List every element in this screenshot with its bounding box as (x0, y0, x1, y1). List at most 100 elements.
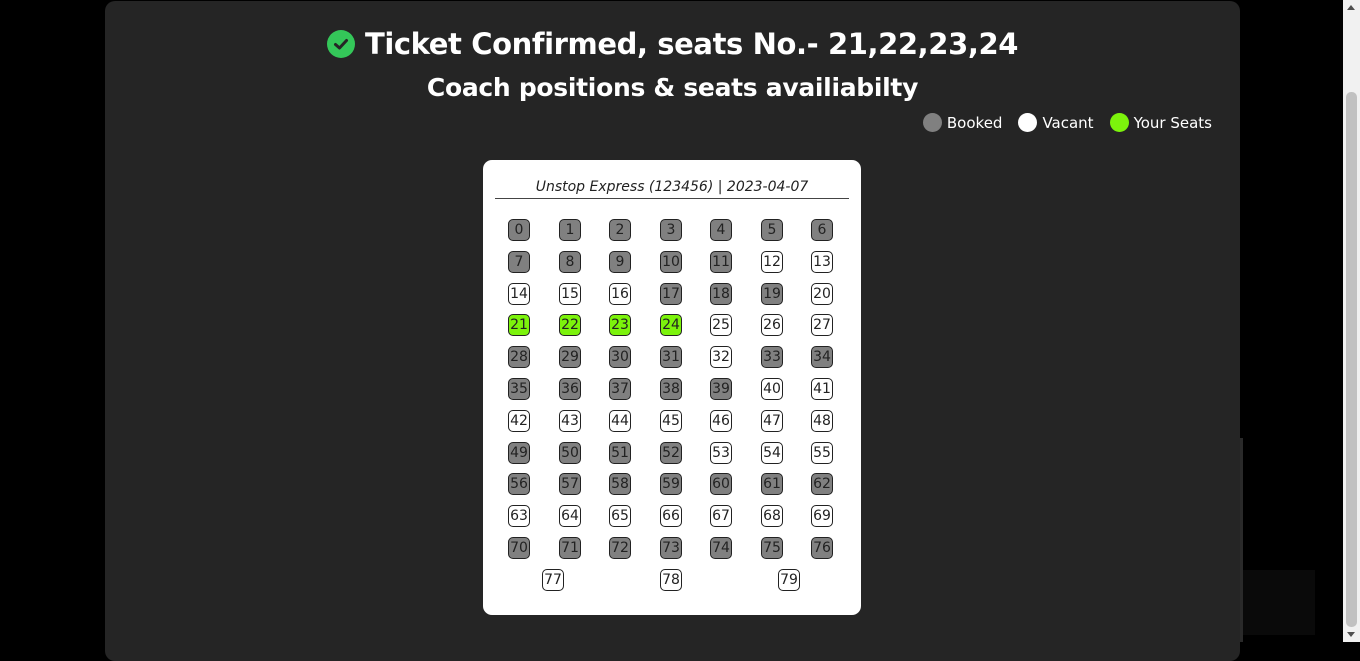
seat-78[interactable]: 78 (660, 569, 682, 591)
vacant-dot-icon (1018, 113, 1038, 132)
seat-37: 37 (609, 378, 631, 400)
seat-42[interactable]: 42 (508, 410, 530, 432)
seat-0: 0 (508, 219, 530, 241)
seat-29: 29 (559, 346, 581, 368)
seat-1: 1 (559, 219, 581, 241)
legend-your-seats: Your Seats (1109, 113, 1212, 132)
seat-59: 59 (660, 473, 682, 495)
seat-64[interactable]: 64 (559, 505, 581, 527)
scroll-down-icon[interactable] (1347, 632, 1355, 637)
seat-73: 73 (660, 537, 682, 559)
seat-22: 22 (559, 314, 581, 336)
seat-30: 30 (609, 346, 631, 368)
seat-24: 24 (660, 314, 682, 336)
seat-57: 57 (559, 473, 581, 495)
seat-16[interactable]: 16 (609, 283, 631, 305)
seat-54[interactable]: 54 (761, 442, 783, 464)
seat-61: 61 (761, 473, 783, 495)
seat-12[interactable]: 12 (761, 251, 783, 273)
seat-39: 39 (710, 378, 732, 400)
seat-18: 18 (710, 283, 732, 305)
seat-65[interactable]: 65 (609, 505, 631, 527)
scroll-up-icon[interactable] (1347, 5, 1355, 10)
confirmation-title: Ticket Confirmed, seats No.- 21,22,23,24 (105, 27, 1240, 61)
scroll-thumb[interactable] (1346, 92, 1357, 627)
seat-44[interactable]: 44 (609, 410, 631, 432)
seat-11: 11 (710, 251, 732, 273)
seat-74: 74 (710, 537, 732, 559)
seat-7: 7 (508, 251, 530, 273)
seat-35: 35 (508, 378, 530, 400)
seat-50: 50 (559, 442, 581, 464)
seat-26[interactable]: 26 (761, 314, 783, 336)
seat-52: 52 (660, 442, 682, 464)
seat-51: 51 (609, 442, 631, 464)
seat-40[interactable]: 40 (761, 378, 783, 400)
seat-79[interactable]: 79 (778, 569, 800, 591)
seat-2: 2 (609, 219, 631, 241)
confirmation-text: Ticket Confirmed, seats No.- 21,22,23,24 (364, 27, 1019, 61)
legend-booked: Booked (922, 113, 1003, 132)
legend-vacant: Vacant (1018, 113, 1094, 132)
seat-49: 49 (508, 442, 530, 464)
seat-58: 58 (609, 473, 631, 495)
booking-panel: Ticket Confirmed, seats No.- 21,22,23,24… (105, 1, 1240, 661)
seat-8: 8 (559, 251, 581, 273)
seat-72: 72 (609, 537, 631, 559)
seat-25[interactable]: 25 (710, 314, 732, 336)
seat-76: 76 (811, 537, 833, 559)
background-block (1243, 570, 1315, 635)
seat-55[interactable]: 55 (811, 442, 833, 464)
seat-21: 21 (508, 314, 530, 336)
seat-77[interactable]: 77 (542, 569, 564, 591)
seat-34: 34 (811, 346, 833, 368)
seat-31: 31 (660, 346, 682, 368)
coach-card: Unstop Express (123456) | 2023-04-07 012… (483, 160, 861, 615)
seat-75: 75 (761, 537, 783, 559)
seat-69[interactable]: 69 (811, 505, 833, 527)
check-circle-icon (326, 30, 355, 58)
seat-28: 28 (508, 346, 530, 368)
seat-13[interactable]: 13 (811, 251, 833, 273)
seat-43[interactable]: 43 (559, 410, 581, 432)
seat-19: 19 (761, 283, 783, 305)
seat-56: 56 (508, 473, 530, 495)
seat-17: 17 (660, 283, 682, 305)
seat-47[interactable]: 47 (761, 410, 783, 432)
seat-67[interactable]: 67 (710, 505, 732, 527)
seat-32[interactable]: 32 (710, 346, 732, 368)
seat-71: 71 (559, 537, 581, 559)
page-subtitle: Coach positions & seats availiabilty (426, 73, 919, 102)
your-seats-dot-icon (1109, 113, 1129, 132)
seat-70: 70 (508, 537, 530, 559)
seat-23: 23 (609, 314, 631, 336)
seat-66[interactable]: 66 (660, 505, 682, 527)
seat-5: 5 (761, 219, 783, 241)
seat-10: 10 (660, 251, 682, 273)
seat-36: 36 (559, 378, 581, 400)
seat-15[interactable]: 15 (559, 283, 581, 305)
seat-46[interactable]: 46 (710, 410, 732, 432)
seat-3: 3 (660, 219, 682, 241)
legend-your-seats-label: Your Seats (1133, 113, 1212, 132)
seat-45[interactable]: 45 (660, 410, 682, 432)
seat-20[interactable]: 20 (811, 283, 833, 305)
seat-14[interactable]: 14 (508, 283, 530, 305)
seat-6: 6 (811, 219, 833, 241)
seat-legend: Booked Vacant Your Seats (907, 113, 1212, 132)
legend-booked-label: Booked (946, 113, 1003, 132)
vertical-scrollbar[interactable] (1343, 0, 1360, 642)
seat-62: 62 (811, 473, 833, 495)
seat-60: 60 (710, 473, 732, 495)
booked-dot-icon (922, 113, 942, 132)
seat-68[interactable]: 68 (761, 505, 783, 527)
seat-63[interactable]: 63 (508, 505, 530, 527)
seat-9: 9 (609, 251, 631, 273)
seat-53[interactable]: 53 (710, 442, 732, 464)
seat-4: 4 (710, 219, 732, 241)
seat-48[interactable]: 48 (811, 410, 833, 432)
seat-41[interactable]: 41 (811, 378, 833, 400)
legend-vacant-label: Vacant (1042, 113, 1094, 132)
train-info: Unstop Express (123456) | 2023-04-07 (495, 179, 849, 199)
seat-27[interactable]: 27 (811, 314, 833, 336)
